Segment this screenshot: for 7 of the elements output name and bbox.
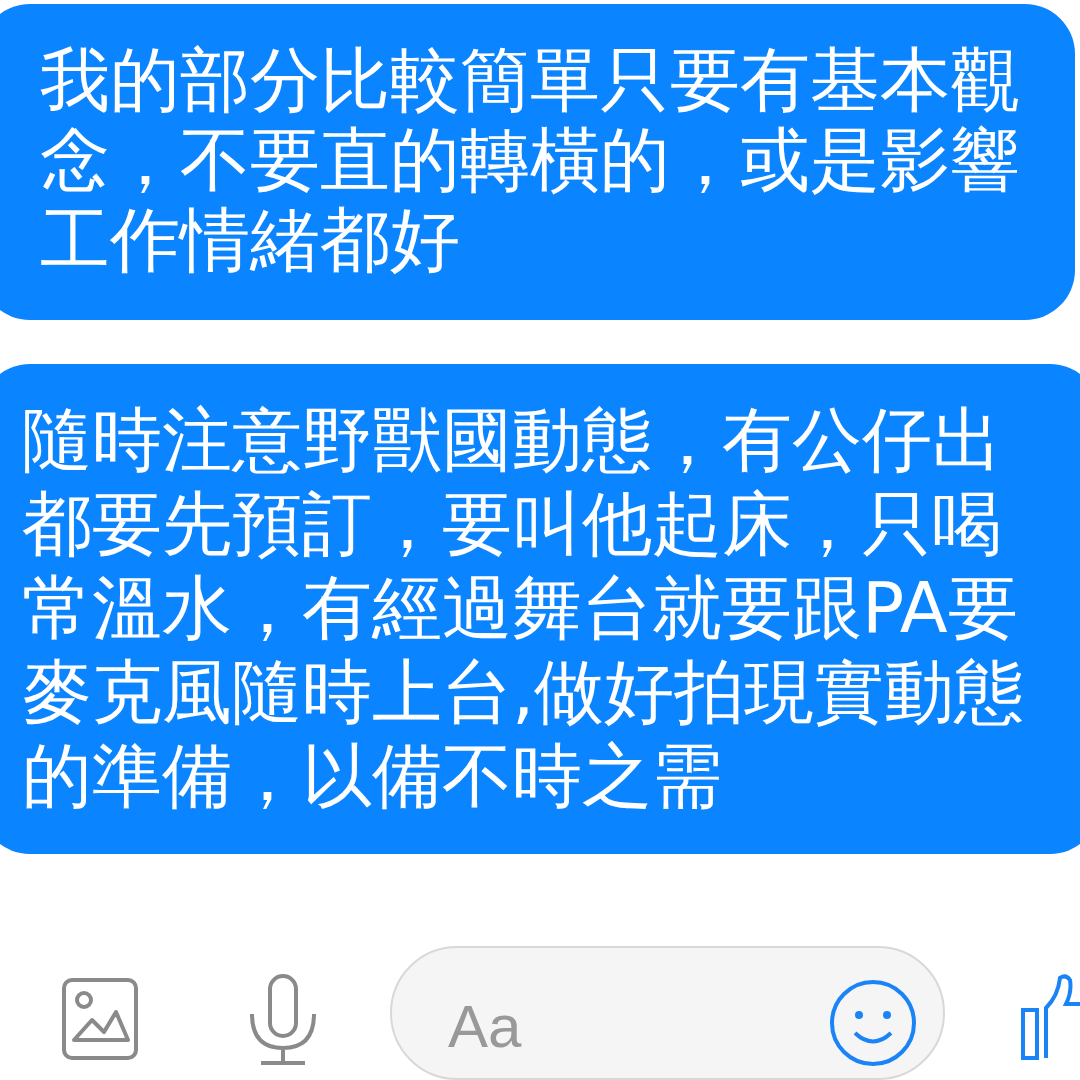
emoji-icon[interactable] [828, 978, 918, 1068]
message-field[interactable]: Aa [390, 946, 945, 1080]
text-input[interactable]: Aa [448, 986, 748, 1066]
message-bubble: 我的部分比較簡單只要有基本觀念，不要直的轉橫的，或是影響工作情緒都好 [0, 4, 1075, 320]
microphone-icon[interactable] [248, 974, 318, 1066]
image-icon[interactable] [62, 978, 138, 1060]
message-bubble: 隨時注意野獸國動態，有公仔出都要先預訂，要叫他起床，只喝常溫水，有經過舞台就要跟PA要麥克風隨時上台,做好拍現實動態的準備，以備不時之需 [0, 364, 1080, 854]
